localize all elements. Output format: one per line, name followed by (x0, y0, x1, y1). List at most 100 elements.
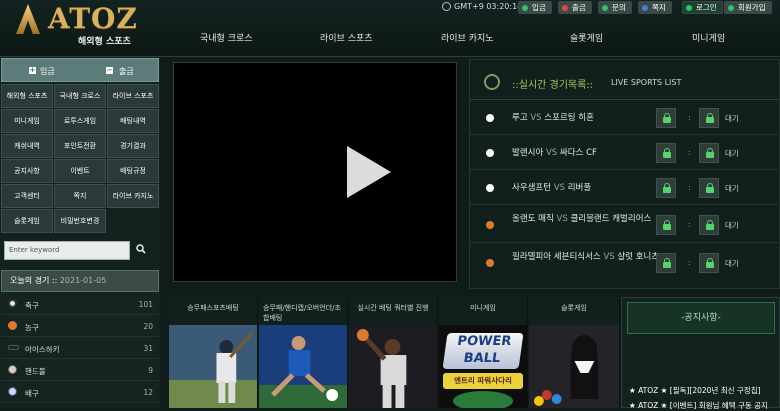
vs-label: VS (556, 214, 568, 224)
match-status: 대기 (725, 114, 739, 123)
nav-domestic-cross[interactable]: 국내형 크로스 (200, 31, 253, 44)
menu-note[interactable]: 쪽지 (54, 184, 106, 208)
tile-label: 승무패/핸디캡/오버언더/조합배팅 (259, 297, 347, 325)
basketball-icon (486, 259, 494, 267)
soccer-ball-icon (486, 149, 494, 157)
tile-label: 슬롯게임 (529, 297, 619, 325)
score-separator: : (688, 258, 691, 267)
tile-slot-game[interactable]: 슬롯게임 (529, 297, 620, 408)
match-row[interactable]: 올랜도 매직 VS 클리블랜드 캐벌리어스 : 대기 (470, 206, 780, 243)
withdraw-button[interactable]: 출금 (119, 66, 134, 77)
sport-row-handball[interactable]: 핸드볼 9 (1, 359, 159, 381)
nav-mini-game[interactable]: 미니게임 (692, 31, 725, 44)
login-icon (686, 5, 692, 11)
promo-tagline: 엔트리 파워사다리 (443, 373, 523, 389)
lock-icon[interactable] (699, 143, 719, 163)
lock-icon[interactable] (656, 178, 676, 198)
vs-label: VS (603, 252, 615, 262)
promo-power: POWER (456, 334, 513, 349)
withdraw-icon (562, 5, 568, 11)
match-row[interactable]: 필라델피아 세븐티식서스 VS 샬럿 호니츠 : 대기 (470, 244, 780, 281)
tile-label: 승무패스포츠배팅 (169, 297, 257, 325)
menu-bet-history[interactable]: 배팅내역 (107, 109, 159, 133)
sport-name: 배구 (25, 389, 39, 398)
match-status: 대기 (725, 184, 739, 193)
menu-bet-rules[interactable]: 배팅규정 (107, 159, 159, 183)
main-nav: 국내형 크로스 라이브 스포츠 라이브 카지노 슬롯게임 미니게임 (170, 31, 780, 49)
menu-point-convert[interactable]: 포인트전환 (54, 134, 106, 158)
login-button[interactable]: 로그인 (682, 1, 723, 14)
deposit-top-button[interactable]: 입금 (518, 1, 552, 14)
today-label: 오늘의 경기 :: (10, 276, 58, 285)
search-input[interactable]: Enter keyword (4, 241, 130, 260)
video-player[interactable] (173, 62, 457, 282)
match-row[interactable]: 사우샘프턴 VS 리버풀 : 대기 (470, 171, 780, 205)
match-status: 대기 (725, 221, 739, 230)
menu-lotus-game[interactable]: 로투스게임 (54, 109, 106, 133)
home-team: 사우샘프턴 (512, 183, 552, 193)
logo[interactable]: ATOZ 해외형 스포츠 (12, 2, 162, 47)
lock-icon[interactable] (656, 253, 676, 273)
menu-match-results[interactable]: 경기결과 (107, 134, 159, 158)
notice-item[interactable]: ★ ATOZ ★ [필독][2020년 최신 구정칩] (629, 385, 761, 396)
sport-name: 축구 (25, 301, 39, 310)
baseball-player-image (169, 325, 257, 408)
sport-row-icehockey[interactable]: 아이스하키 31 (1, 337, 159, 359)
lock-icon[interactable] (656, 143, 676, 163)
lock-icon[interactable] (699, 215, 719, 235)
withdraw-top-label: 출금 (572, 3, 586, 12)
menu-notice[interactable]: 공지사항 (1, 159, 53, 183)
sport-row-soccer[interactable]: 축구 101 (1, 293, 159, 315)
match-row[interactable]: 발렌시아 VS 싸다스 CF : 대기 (470, 136, 780, 170)
search-icon[interactable] (136, 244, 146, 254)
menu-cash-history[interactable]: 캐쉬내역 (1, 134, 53, 158)
lock-icon[interactable] (656, 215, 676, 235)
minus-icon: − (106, 66, 113, 74)
nav-live-sports[interactable]: 라이브 스포츠 (320, 31, 373, 44)
note-top-button[interactable]: 쪽지 (638, 1, 672, 14)
withdraw-top-button[interactable]: 출금 (558, 1, 592, 14)
sport-row-basketball[interactable]: 농구 20 (1, 315, 159, 337)
inquiry-top-button[interactable]: 문의 (598, 1, 632, 14)
soccer-player-image (259, 325, 347, 408)
signup-button[interactable]: 회원가입 (724, 1, 772, 14)
sport-row-volleyball[interactable]: 배구 12 (1, 381, 159, 403)
away-team: 샬럿 호니츠 (617, 252, 660, 262)
lock-icon[interactable] (656, 108, 676, 128)
lock-icon[interactable] (699, 178, 719, 198)
menu-live-sports[interactable]: 라이브 스포츠 (107, 84, 159, 108)
nav-live-casino[interactable]: 라이브 카지노 (441, 31, 494, 44)
notice-item[interactable]: ★ ATOZ ★ [이벤트] 회원님 혜택 구동 공지 (629, 400, 768, 411)
menu-slot-game[interactable]: 슬롯게임 (1, 209, 53, 233)
basketball-icon (486, 221, 494, 229)
tile-mini-game[interactable]: 미니게임 POWER BALL 엔트리 파워사다리 (439, 297, 528, 408)
logo-subtitle[interactable]: 해외형 스포츠 (78, 34, 131, 47)
deposit-button[interactable]: 입금 (40, 66, 55, 77)
match-row[interactable]: 루고 VS 스포르팅 히혼 : 대기 (470, 101, 780, 135)
menu-mini-game[interactable]: 미니게임 (1, 109, 53, 133)
handball-icon (8, 365, 17, 374)
lock-icon[interactable] (699, 253, 719, 273)
tile-sports-betting[interactable]: 승무패스포츠배팅 (169, 297, 258, 408)
menu-overseas-sports[interactable]: 해외형 스포츠 (1, 84, 53, 108)
away-team: 싸다스 CF (559, 148, 597, 158)
play-icon[interactable] (347, 146, 391, 198)
nav-slot-game[interactable]: 슬롯게임 (570, 31, 603, 44)
menu-live-casino[interactable]: 라이브 카지노 (107, 184, 159, 208)
lock-icon[interactable] (699, 108, 719, 128)
sport-name: 농구 (25, 323, 39, 332)
vs-label: VS (545, 148, 558, 158)
deposit-icon (522, 5, 528, 11)
notice-title: -공지사항- (627, 302, 775, 334)
tile-label: 미니게임 (439, 297, 527, 325)
notice-panel: -공지사항- ★ ATOZ ★ [필독][2020년 최신 구정칩] ★ ATO… (621, 297, 780, 411)
menu-change-password[interactable]: 비밀번호변경 (54, 209, 106, 233)
logo-word: ATOZ (48, 2, 138, 35)
tile-handicap-betting[interactable]: 승무패/핸디캡/오버언더/조합배팅 (259, 297, 348, 408)
menu-customer-center[interactable]: 고객센터 (1, 184, 53, 208)
menu-event[interactable]: 이벤트 (54, 159, 106, 183)
score-separator: : (688, 113, 691, 122)
tile-live-betting[interactable]: 실시간 배팅 쿼터별 진행 (349, 297, 438, 408)
live-title: ::실시간 경기목록:: (512, 80, 594, 91)
menu-domestic-cross[interactable]: 국내형 크로스 (54, 84, 106, 108)
